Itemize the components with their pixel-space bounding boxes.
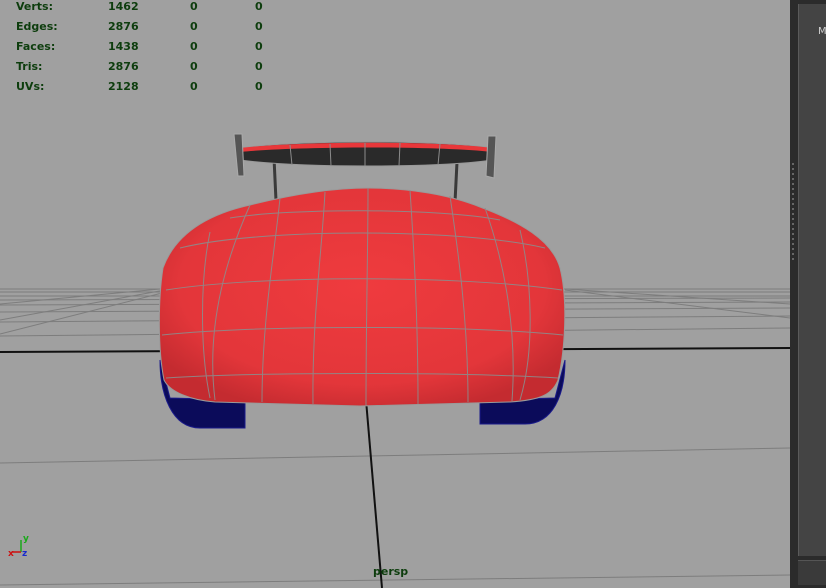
hud-value: 0	[190, 0, 198, 13]
hud-value: 0	[190, 20, 198, 33]
hud-value: 2876	[108, 20, 139, 33]
hud-value: 1438	[108, 40, 139, 53]
side-panel-content[interactable]	[798, 4, 826, 556]
hud-value: 0	[255, 80, 263, 93]
hud-value: 0	[255, 0, 263, 13]
side-panel-footer	[798, 560, 826, 585]
hud-label: Edges:	[16, 20, 58, 33]
hud-value: 0	[255, 40, 263, 53]
hud-value: 0	[190, 80, 198, 93]
axis-y-label: y	[23, 534, 29, 544]
right-side-panel: M	[790, 0, 826, 588]
viewport-persp[interactable]: Verts: 1462 0 0 Edges: 2876 0 0 Faces: 1…	[0, 0, 790, 588]
hud-value: 0	[255, 20, 263, 33]
hud-row-uvs: UVs: 2128 0 0	[0, 80, 300, 98]
hud-label: Tris:	[16, 60, 43, 73]
hud-row-verts: Verts: 1462 0 0	[0, 0, 300, 18]
side-panel-label: M	[818, 26, 826, 37]
hud-row-faces: Faces: 1438 0 0	[0, 40, 300, 58]
hud-value: 2128	[108, 80, 139, 93]
view-axis-gizmo: y x z	[8, 534, 29, 559]
hud-value: 0	[255, 60, 263, 73]
camera-name-label: persp	[373, 565, 409, 578]
hud-value: 0	[190, 60, 198, 73]
axis-x-label: x	[8, 549, 14, 559]
hud-value: 2876	[108, 60, 139, 73]
hud-value: 0	[190, 40, 198, 53]
panel-resize-handle[interactable]	[790, 160, 796, 380]
car-body	[158, 187, 566, 407]
hud-label: Verts:	[16, 0, 54, 13]
hud-label: Faces:	[16, 40, 56, 53]
hud-value: 1462	[108, 0, 139, 13]
hud-row-edges: Edges: 2876 0 0	[0, 20, 300, 38]
hud-label: UVs:	[16, 80, 45, 93]
hud-row-tris: Tris: 2876 0 0	[0, 60, 300, 78]
axis-z-label: z	[22, 549, 27, 559]
